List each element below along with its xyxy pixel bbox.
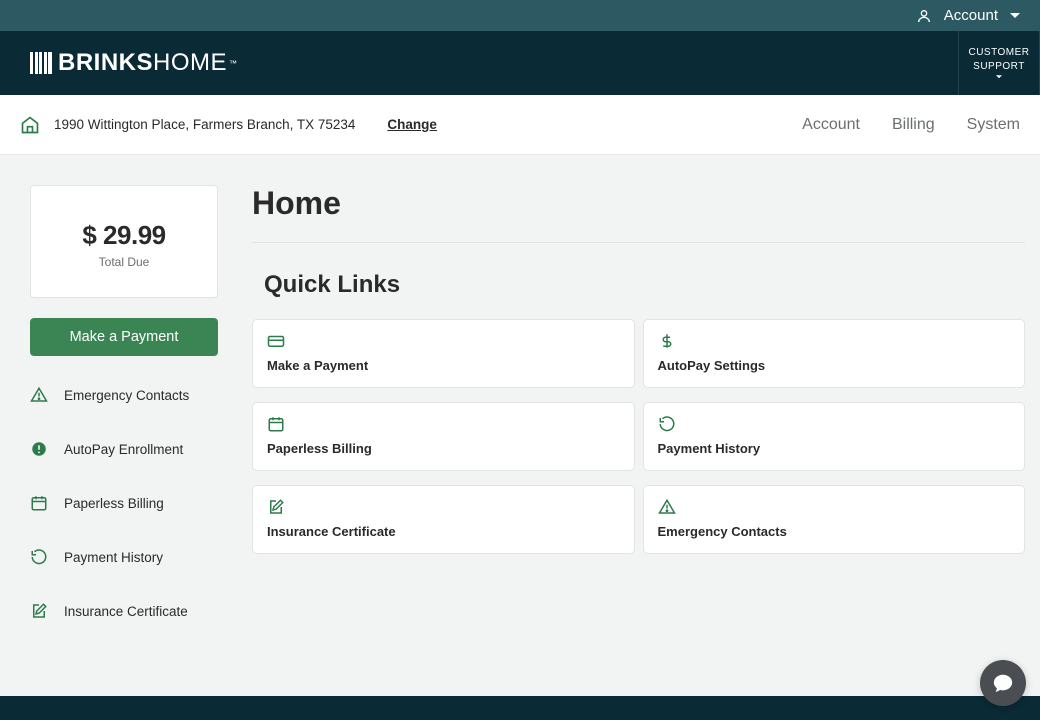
card-make-payment[interactable]: Make a Payment — [252, 319, 635, 388]
sidebar-emergency-contacts[interactable]: Emergency Contacts — [30, 386, 218, 404]
calendar-icon — [267, 415, 620, 435]
due-amount: $ 29.99 — [41, 220, 207, 251]
history-icon — [658, 415, 1011, 435]
logo-bars-icon — [30, 52, 52, 74]
due-label: Total Due — [41, 255, 207, 269]
nav-account[interactable]: Account — [802, 116, 860, 134]
sidebar-autopay-enrollment[interactable]: AutoPay Enrollment — [30, 440, 218, 458]
edit-document-icon — [267, 498, 620, 518]
quick-links-grid: Make a Payment AutoPay Settings Paperles… — [252, 319, 1025, 554]
user-icon — [916, 8, 932, 24]
warning-triangle-icon — [30, 386, 48, 404]
card-payment-history[interactable]: Payment History — [643, 402, 1026, 471]
alert-circle-icon — [30, 440, 48, 458]
top-utility-bar: Account — [0, 0, 1040, 31]
chevron-down-icon — [1010, 11, 1020, 21]
change-address-link[interactable]: Change — [387, 117, 437, 132]
trademark-icon: ™ — [229, 59, 237, 68]
chat-bubble-icon — [992, 672, 1014, 694]
sidebar-insurance-certificate[interactable]: Insurance Certificate — [30, 602, 218, 620]
page-footer — [0, 696, 1040, 720]
page-title: Home — [252, 185, 1025, 243]
dollar-icon — [658, 332, 1011, 352]
edit-document-icon — [30, 602, 48, 620]
calendar-icon — [30, 494, 48, 512]
card-autopay-settings[interactable]: AutoPay Settings — [643, 319, 1026, 388]
history-icon — [30, 548, 48, 566]
customer-support-button[interactable]: CUSTOMER SUPPORT — [958, 31, 1040, 95]
total-due-card: $ 29.99 Total Due — [30, 185, 218, 298]
home-icon — [20, 115, 40, 135]
credit-card-icon — [267, 332, 620, 352]
card-paperless-billing[interactable]: Paperless Billing — [252, 402, 635, 471]
account-menu[interactable]: Account — [944, 7, 998, 24]
warning-triangle-icon — [658, 498, 1011, 518]
main-header: BRINKSHOME ™ CUSTOMER SUPPORT — [0, 31, 1040, 95]
sub-navigation: 1990 Wittington Place, Farmers Branch, T… — [0, 95, 1040, 155]
property-address: 1990 Wittington Place, Farmers Branch, T… — [54, 117, 355, 132]
quick-links-heading: Quick Links — [252, 271, 1025, 299]
card-emergency-contacts[interactable]: Emergency Contacts — [643, 485, 1026, 554]
make-payment-button[interactable]: Make a Payment — [30, 318, 218, 356]
nav-system[interactable]: System — [967, 116, 1020, 134]
sidebar-payment-history[interactable]: Payment History — [30, 548, 218, 566]
sidebar-paperless-billing[interactable]: Paperless Billing — [30, 494, 218, 512]
main-content: Home Quick Links Make a Payment AutoPay … — [252, 185, 1025, 620]
card-insurance-certificate[interactable]: Insurance Certificate — [252, 485, 635, 554]
chat-button[interactable] — [980, 660, 1026, 706]
brinks-home-logo[interactable]: BRINKSHOME ™ — [30, 49, 237, 77]
nav-billing[interactable]: Billing — [892, 116, 935, 134]
sidebar: $ 29.99 Total Due Make a Payment Emergen… — [30, 185, 218, 620]
